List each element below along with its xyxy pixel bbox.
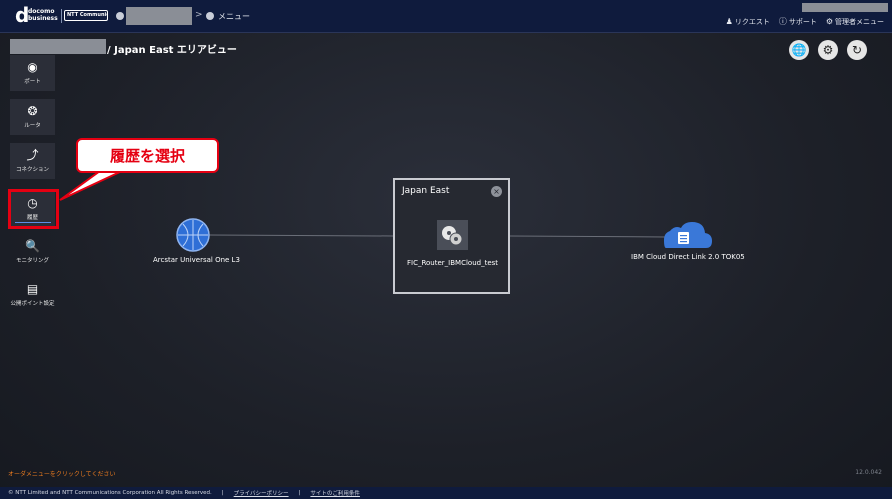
router-node[interactable]	[437, 220, 468, 250]
terms-link[interactable]: サイトのご利用条件	[310, 489, 360, 497]
router-label: FIC_Router_IBMCloud_test	[407, 259, 499, 267]
status-message: オーダメニューをクリックしてください	[8, 471, 116, 478]
router-gear-hub	[454, 237, 458, 241]
right-node-label: IBM Cloud Direct Link 2.0 TOK05	[631, 253, 745, 261]
footer-separator: |	[298, 490, 301, 496]
router-icon	[442, 226, 463, 246]
document-line	[680, 235, 687, 237]
callout-select-history: 履歴を選択	[76, 138, 219, 173]
version-number: 12.0.042	[855, 469, 882, 476]
link-line-left	[207, 234, 394, 237]
document-line	[680, 241, 687, 243]
privacy-policy-link[interactable]: プライバシーポリシー	[234, 489, 289, 497]
footer-separator: |	[221, 490, 224, 496]
copyright-text: © NTT Limited and NTT Communications Cor…	[8, 490, 212, 496]
close-icon[interactable]: ×	[491, 186, 502, 197]
region-title: Japan East	[402, 186, 450, 196]
router-gear-hub	[447, 231, 451, 235]
region-panel[interactable]: Japan East × FIC_Router_IBMCloud_test	[393, 178, 510, 294]
document-line	[680, 238, 687, 240]
left-node-label: Arcstar Universal One L3	[153, 256, 240, 264]
link-line-right	[509, 235, 667, 238]
callout-pointer	[59, 170, 123, 201]
footer: © NTT Limited and NTT Communications Cor…	[0, 487, 892, 499]
